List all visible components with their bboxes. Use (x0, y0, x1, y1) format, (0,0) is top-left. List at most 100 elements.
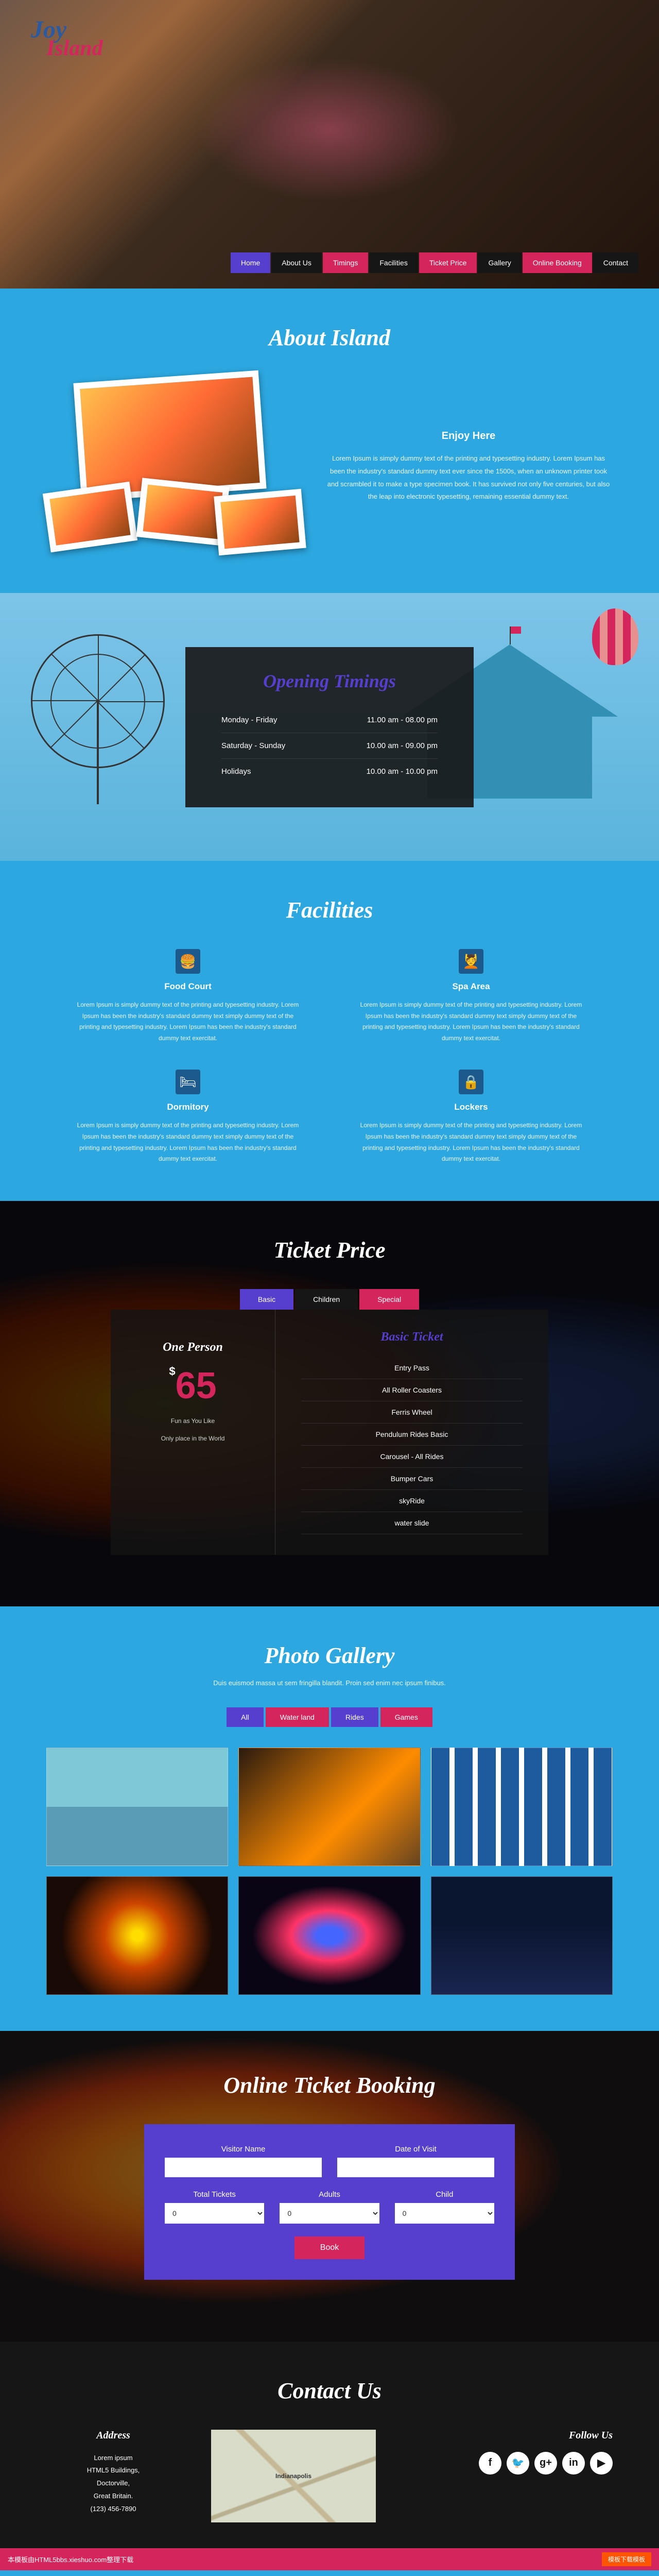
ticket-tabs: BasicChildrenSpecial (0, 1289, 659, 1310)
nav-contact[interactable]: Contact (593, 252, 638, 273)
timing-hours: 10.00 am - 10.00 pm (367, 767, 438, 776)
timing-days: Holidays (221, 767, 251, 776)
facility-title: Food Court (72, 981, 304, 992)
booking-section: Online Ticket Booking Visitor Name Date … (0, 2031, 659, 2342)
timing-hours: 10.00 am - 09.00 pm (367, 741, 438, 750)
ticket-feature: Carousel - All Rides (301, 1446, 523, 1468)
nav-ticket-price[interactable]: Ticket Price (419, 252, 477, 273)
name-input[interactable] (165, 2158, 322, 2177)
ticket-list-title: Basic Ticket (301, 1330, 523, 1344)
logo-text-bottom: Island (46, 36, 628, 61)
ticket-tagline-2: Only place in the World (126, 1435, 259, 1442)
book-button[interactable]: Book (294, 2236, 365, 2259)
nav-online-booking[interactable]: Online Booking (523, 252, 592, 273)
logo[interactable]: Joy Island (0, 0, 659, 76)
photo-small-1 (43, 482, 137, 553)
facility-desc: Lorem Ipsum is simply dummy text of the … (355, 999, 587, 1044)
gallery-item[interactable] (46, 1748, 228, 1866)
ticket-price: $65 (126, 1365, 259, 1407)
lockers-icon: 🔒 (459, 1070, 483, 1094)
timings-card: Opening Timings Monday - Friday11.00 am … (185, 647, 474, 807)
facilities-heading: Facilities (0, 897, 659, 923)
address-text: Lorem ipsumHTML5 Buildings,Doctorville,G… (46, 2452, 180, 2515)
address-title: Address (46, 2430, 180, 2442)
about-section: About Island Enjoy Here Lorem Ipsum is s… (0, 289, 659, 593)
footer-bar: 本模板由HTML5bbs.xieshuo.com整理下载 模板下载模板 (0, 2548, 659, 2570)
ticket-feature: Entry Pass (301, 1357, 523, 1379)
gallery-item[interactable] (238, 1876, 420, 1995)
timing-days: Monday - Friday (221, 716, 277, 724)
nav-about-us[interactable]: About Us (271, 252, 322, 273)
social-in-icon[interactable]: in (562, 2452, 585, 2475)
facility-item: 💆 Spa Area Lorem Ipsum is simply dummy tex… (355, 949, 587, 1044)
contact-section: Contact Us Address Lorem ipsumHTML5 Buil… (0, 2342, 659, 2548)
booking-form: Visitor Name Date of Visit Total Tickets… (144, 2124, 515, 2280)
ticket-tab-children[interactable]: Children (295, 1289, 358, 1310)
social-t-icon[interactable]: 🐦 (507, 2452, 529, 2475)
photo-collage (46, 377, 304, 557)
ticket-tab-basic[interactable]: Basic (240, 1289, 293, 1310)
footer-link[interactable]: 模板下载模板 (602, 2552, 651, 2566)
facility-desc: Lorem Ipsum is simply dummy text of the … (72, 1120, 304, 1164)
total-select[interactable]: 0 (165, 2203, 264, 2224)
ticket-tagline-1: Fun as You Like (126, 1417, 259, 1425)
facility-item: 🍔Food CourtLorem Ipsum is simply dummy t… (72, 949, 304, 1044)
spa-area-icon: 💆 (459, 949, 483, 974)
timing-row: Monday - Friday 11.00 am - 08.00 pm (221, 707, 438, 733)
social-f-icon[interactable]: f (479, 2452, 501, 2475)
nav-gallery[interactable]: Gallery (478, 252, 521, 273)
child-select[interactable]: 0 (395, 2203, 494, 2224)
date-label: Date of Visit (337, 2145, 494, 2154)
gallery-item[interactable] (46, 1876, 228, 1995)
adults-select[interactable]: 0 (280, 2203, 379, 2224)
ferris-wheel-icon (31, 634, 165, 768)
ticket-feature: skyRide (301, 1490, 523, 1512)
facilities-section: Facilities 🍔Food CourtLorem Ipsum is sim… (0, 861, 659, 1201)
nav-timings[interactable]: Timings (323, 252, 369, 273)
facility-title: Spa Area (355, 981, 587, 992)
timing-row: Saturday - Sunday10.00 am - 09.00 pm (221, 733, 438, 759)
social-g-icon[interactable]: g+ (534, 2452, 557, 2475)
filter-games[interactable]: Games (380, 1707, 432, 1727)
facility-item: 🔒 Lockers Lorem Ipsum is simply dummy text… (355, 1070, 587, 1164)
about-subheading: Enjoy Here (324, 430, 613, 442)
nav-home[interactable]: Home (231, 252, 270, 273)
photo-small-3 (214, 489, 306, 555)
timing-hours: 11.00 am - 08.00 pm (367, 716, 438, 724)
gallery-item[interactable] (431, 1748, 613, 1866)
gallery-filters: AllWater landRidesGames (0, 1707, 659, 1727)
timing-row: Holidays 10.00 am - 10.00 pm (221, 759, 438, 784)
about-description: Lorem Ipsum is simply dummy text of the … (324, 452, 613, 503)
ticket-feature: water slide (301, 1512, 523, 1534)
gallery-item[interactable] (431, 1876, 613, 1995)
hero-banner: Joy Island HomeAbout UsTimingsFacilities… (0, 0, 659, 289)
footer-text: 本模板由HTML5bbs.xieshuo.com整理下载 (8, 2554, 133, 2564)
ticket-feature: Ferris Wheel (301, 1401, 523, 1423)
child-label: Child (395, 2190, 494, 2199)
facility-title: Dormitory (72, 1102, 304, 1112)
date-input[interactable] (337, 2158, 494, 2177)
ticket-tab-special[interactable]: Special (359, 1289, 419, 1310)
facility-desc: Lorem Ipsum is simply dummy text of the … (355, 1120, 587, 1164)
gallery-item[interactable] (238, 1748, 420, 1866)
ticket-person-label: One Person (126, 1341, 259, 1354)
about-heading: About Island (0, 325, 659, 351)
map-embed[interactable]: Indianapolis (211, 2430, 376, 2522)
gallery-section: Photo Gallery Duis euismod massa ut sem … (0, 1606, 659, 2031)
adults-label: Adults (280, 2190, 379, 2199)
facility-desc: Lorem Ipsum is simply dummy text of the … (72, 999, 304, 1044)
social-yt-icon[interactable]: ▶ (590, 2452, 613, 2475)
nav-facilities[interactable]: Facilities (369, 252, 418, 273)
filter-all[interactable]: All (227, 1707, 264, 1727)
gallery-subtitle: Duis euismod massa ut sem fringilla blan… (0, 1679, 659, 1687)
ticket-section: Ticket Price BasicChildrenSpecial One Pe… (0, 1201, 659, 1606)
ticket-feature: Pendulum Rides Basic (301, 1423, 523, 1446)
follow-title: Follow Us (407, 2430, 613, 2442)
facility-title: Lockers (355, 1102, 587, 1112)
name-label: Visitor Name (165, 2145, 322, 2154)
filter-rides[interactable]: Rides (331, 1707, 378, 1727)
ticket-price-card: One Person $65 Fun as You Like Only plac… (111, 1310, 275, 1555)
filter-water-land[interactable]: Water land (266, 1707, 329, 1727)
dormitory-icon: 🛏 (176, 1070, 200, 1094)
gallery-grid (46, 1748, 613, 1995)
